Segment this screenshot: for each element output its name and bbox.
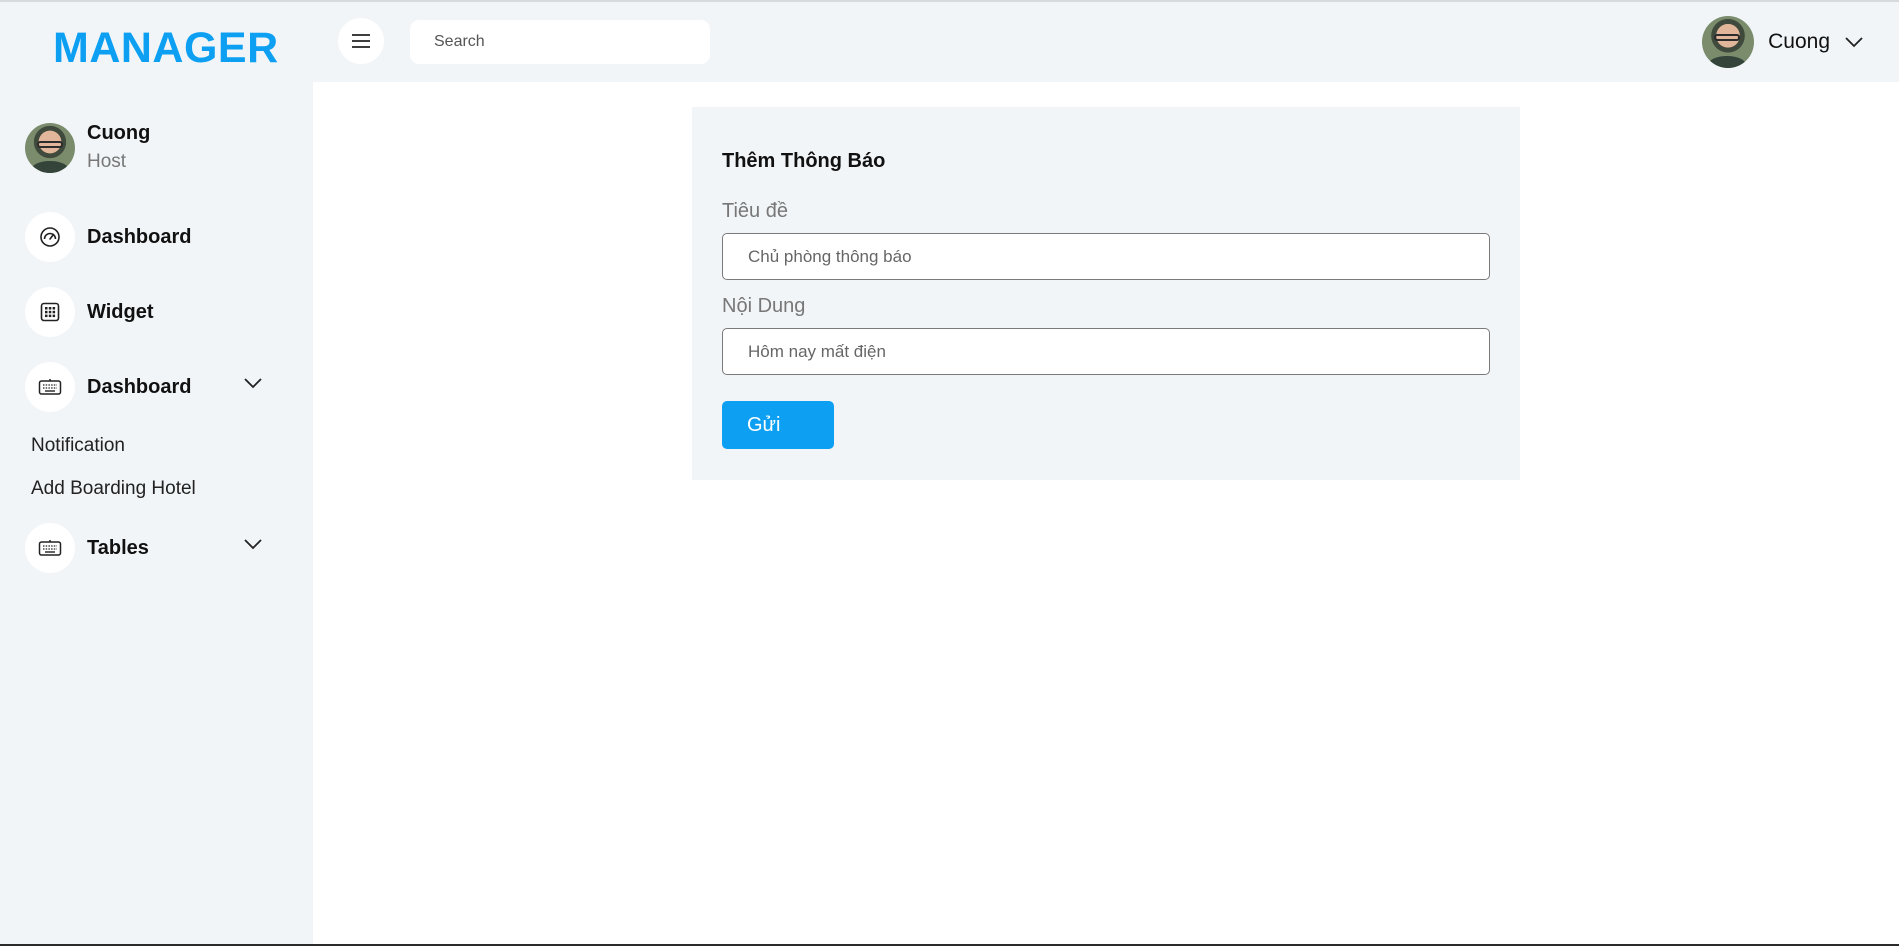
content-label: Nội Dung — [722, 295, 806, 317]
sidebar-subitem-add-boarding-hotel[interactable]: Add Boarding Hotel — [31, 478, 196, 500]
search-input[interactable] — [410, 20, 710, 64]
user-menu[interactable]: Cuong — [1702, 16, 1864, 68]
sidebar-item-dashboard-group[interactable]: Dashboard — [25, 362, 265, 412]
keyboard-icon — [25, 523, 75, 573]
sidebar-item-label: Dashboard — [87, 375, 192, 398]
top-header: Cuong — [313, 2, 1899, 82]
submit-button[interactable]: Gửi — [722, 401, 834, 449]
speedometer-icon — [25, 212, 75, 262]
keyboard-icon — [25, 362, 75, 412]
page: MANAGER Cuong Host Dashboard Widget Dash… — [0, 0, 1899, 946]
grid-icon — [25, 287, 75, 337]
menu-toggle-button[interactable] — [338, 18, 384, 64]
brand-logo[interactable]: MANAGER — [53, 24, 279, 73]
hamburger-icon — [352, 34, 370, 48]
profile-name: Cuong — [87, 122, 151, 144]
sidebar-item-dashboard[interactable]: Dashboard — [25, 212, 265, 262]
content-input[interactable] — [722, 328, 1490, 375]
avatar — [25, 122, 75, 173]
profile-role: Host — [87, 151, 127, 172]
sidebar-item-label: Tables — [87, 536, 149, 559]
avatar — [1702, 16, 1755, 68]
chevron-down-icon[interactable] — [243, 537, 263, 551]
title-input[interactable] — [722, 233, 1490, 280]
sidebar-item-label: Dashboard — [87, 225, 192, 248]
chevron-down-icon[interactable] — [243, 376, 263, 390]
chevron-down-icon — [1845, 37, 1863, 48]
sidebar: MANAGER Cuong Host Dashboard Widget Dash… — [0, 2, 313, 944]
card-title: Thêm Thông Báo — [722, 150, 886, 172]
title-label: Tiêu đề — [722, 200, 788, 222]
sidebar-profile: Cuong Host — [25, 122, 150, 173]
user-name: Cuong — [1768, 30, 1830, 53]
sidebar-item-tables[interactable]: Tables — [25, 523, 265, 573]
sidebar-item-widget[interactable]: Widget — [25, 287, 265, 337]
add-notification-card: Thêm Thông Báo Tiêu đề Nội Dung Gửi — [692, 107, 1520, 480]
sidebar-item-label: Widget — [87, 300, 154, 323]
sidebar-subitem-notification[interactable]: Notification — [31, 435, 125, 457]
